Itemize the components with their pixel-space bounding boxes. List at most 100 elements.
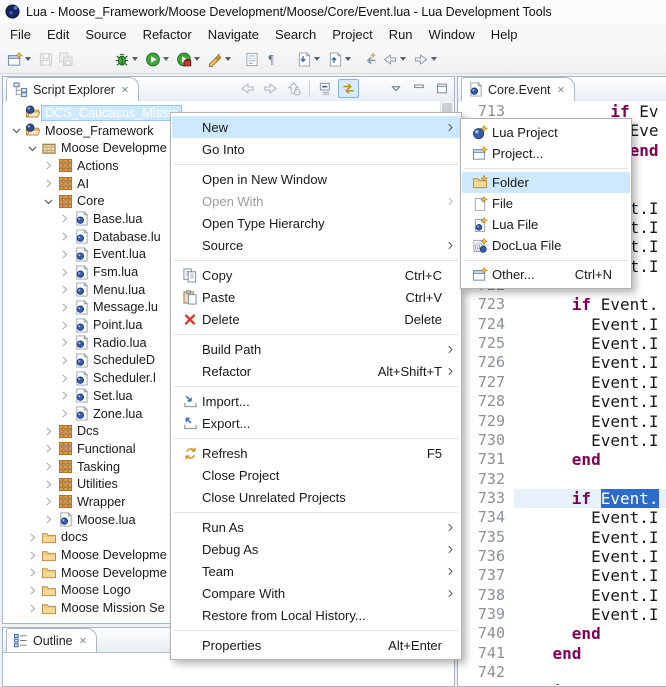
chevron-collapsed-icon[interactable] bbox=[56, 282, 72, 297]
nav-forward-button[interactable] bbox=[260, 79, 281, 98]
menu-item-go-into[interactable]: Go Into bbox=[172, 138, 460, 160]
tab-core-event[interactable]: Core.Event bbox=[461, 77, 575, 101]
menu-item-import[interactable]: Import... bbox=[172, 390, 460, 412]
menubar-item-refactor[interactable]: Refactor bbox=[135, 25, 200, 44]
menu-item-other[interactable]: Other...Ctrl+N bbox=[462, 264, 630, 285]
menubar-item-source[interactable]: Source bbox=[77, 25, 134, 44]
dropdown-caret-icon[interactable] bbox=[163, 57, 169, 61]
view-menu-button[interactable] bbox=[385, 79, 406, 98]
chevron-collapsed-icon[interactable] bbox=[40, 441, 56, 456]
menu-item-close-unrelated-projects[interactable]: Close Unrelated Projects bbox=[172, 486, 460, 508]
menu-item-compare-with[interactable]: Compare With bbox=[172, 582, 460, 604]
nav-up-button[interactable] bbox=[283, 79, 304, 98]
chevron-collapsed-icon[interactable] bbox=[40, 424, 56, 439]
menu-item-refactor[interactable]: RefactorAlt+Shift+T bbox=[172, 360, 460, 382]
tab-script-explorer[interactable]: Script Explorer bbox=[6, 77, 139, 101]
menu-item-open-with[interactable]: Open With bbox=[172, 190, 460, 212]
chevron-collapsed-icon[interactable] bbox=[24, 583, 40, 598]
menu-item-paste[interactable]: PasteCtrl+V bbox=[172, 286, 460, 308]
search-tool-button[interactable] bbox=[205, 47, 236, 71]
chevron-collapsed-icon[interactable] bbox=[24, 530, 40, 545]
save-all-button[interactable] bbox=[56, 47, 76, 71]
menu-item-run-as[interactable]: Run As bbox=[172, 516, 460, 538]
chevron-collapsed-icon[interactable] bbox=[56, 300, 72, 315]
chevron-collapsed-icon[interactable] bbox=[56, 335, 72, 350]
dropdown-caret-icon[interactable] bbox=[431, 57, 437, 61]
chevron-collapsed-icon[interactable] bbox=[56, 265, 72, 280]
next-annotation-button[interactable] bbox=[294, 47, 325, 71]
dropdown-caret-icon[interactable] bbox=[400, 57, 406, 61]
mark-occurrences-button[interactable] bbox=[242, 47, 262, 71]
menu-item-delete[interactable]: DeleteDelete bbox=[172, 308, 460, 330]
chevron-collapsed-icon[interactable] bbox=[40, 512, 56, 527]
debug-button[interactable] bbox=[112, 47, 143, 71]
last-edit-location-button[interactable] bbox=[360, 47, 380, 71]
chevron-collapsed-icon[interactable] bbox=[40, 459, 56, 474]
menu-item-refresh[interactable]: RefreshF5 bbox=[172, 442, 460, 464]
run-button[interactable] bbox=[143, 47, 174, 71]
collapse-all-button[interactable] bbox=[315, 79, 336, 98]
dropdown-caret-icon[interactable] bbox=[25, 57, 31, 61]
chevron-collapsed-icon[interactable] bbox=[40, 176, 56, 191]
save-button[interactable] bbox=[36, 47, 56, 71]
show-whitespace-button[interactable]: ¶ bbox=[262, 47, 282, 71]
menubar-item-window[interactable]: Window bbox=[421, 25, 483, 44]
close-icon[interactable] bbox=[556, 82, 566, 97]
tab-outline[interactable]: Outline bbox=[6, 628, 97, 652]
prev-annotation-button[interactable] bbox=[325, 47, 356, 71]
menu-item-close-project[interactable]: Close Project bbox=[172, 464, 460, 486]
dropdown-caret-icon[interactable] bbox=[314, 57, 320, 61]
menu-item-folder[interactable]: Folder bbox=[462, 172, 630, 193]
chevron-collapsed-icon[interactable] bbox=[24, 565, 40, 580]
nav-back-button[interactable] bbox=[237, 79, 258, 98]
chevron-collapsed-icon[interactable] bbox=[56, 388, 72, 403]
menu-item-file[interactable]: File bbox=[462, 193, 630, 214]
menu-item-open-in-new-window[interactable]: Open in New Window bbox=[172, 168, 460, 190]
menu-item-new[interactable]: New bbox=[172, 116, 460, 138]
menu-item-debug-as[interactable]: Debug As bbox=[172, 538, 460, 560]
chevron-collapsed-icon[interactable] bbox=[40, 477, 56, 492]
chevron-collapsed-icon[interactable] bbox=[56, 406, 72, 421]
chevron-collapsed-icon[interactable] bbox=[56, 229, 72, 244]
menubar-item-search[interactable]: Search bbox=[267, 25, 324, 44]
back-button[interactable] bbox=[380, 47, 411, 71]
close-icon[interactable] bbox=[120, 82, 130, 97]
dropdown-caret-icon[interactable] bbox=[194, 57, 200, 61]
menu-item-export[interactable]: Export... bbox=[172, 412, 460, 434]
menubar-item-navigate[interactable]: Navigate bbox=[200, 25, 267, 44]
close-icon[interactable] bbox=[78, 633, 88, 648]
menubar-item-project[interactable]: Project bbox=[324, 25, 380, 44]
chevron-expanded-icon[interactable] bbox=[40, 194, 56, 209]
maximize-button[interactable] bbox=[431, 79, 452, 98]
menu-item-team[interactable]: Team bbox=[172, 560, 460, 582]
new-wizard-button[interactable] bbox=[5, 47, 36, 71]
menubar-item-edit[interactable]: Edit bbox=[39, 25, 77, 44]
chevron-expanded-icon[interactable] bbox=[8, 123, 24, 138]
chevron-collapsed-icon[interactable] bbox=[56, 353, 72, 368]
dropdown-caret-icon[interactable] bbox=[345, 57, 351, 61]
dropdown-caret-icon[interactable] bbox=[225, 57, 231, 61]
link-with-editor-button[interactable] bbox=[338, 79, 359, 98]
menu-item-properties[interactable]: PropertiesAlt+Enter bbox=[172, 634, 460, 656]
menu-item-source[interactable]: Source bbox=[172, 234, 460, 256]
chevron-collapsed-icon[interactable] bbox=[40, 494, 56, 509]
chevron-collapsed-icon[interactable] bbox=[56, 247, 72, 262]
chevron-collapsed-icon[interactable] bbox=[24, 548, 40, 563]
menu-item-open-type-hierarchy[interactable]: Open Type Hierarchy bbox=[172, 212, 460, 234]
dropdown-caret-icon[interactable] bbox=[132, 57, 138, 61]
minimize-button[interactable] bbox=[408, 79, 429, 98]
menu-item-restore-from-local-history[interactable]: Restore from Local History... bbox=[172, 604, 460, 626]
chevron-expanded-icon[interactable] bbox=[24, 141, 40, 156]
menubar-item-help[interactable]: Help bbox=[483, 25, 526, 44]
menu-item-project[interactable]: Project... bbox=[462, 143, 630, 164]
menu-item-build-path[interactable]: Build Path bbox=[172, 338, 460, 360]
forward-button[interactable] bbox=[411, 47, 442, 71]
external-tools-button[interactable] bbox=[174, 47, 205, 71]
menubar-item-run[interactable]: Run bbox=[381, 25, 421, 44]
chevron-collapsed-icon[interactable] bbox=[56, 318, 72, 333]
menu-item-lua-file[interactable]: Lua File bbox=[462, 214, 630, 235]
menubar-item-file[interactable]: File bbox=[2, 25, 39, 44]
chevron-collapsed-icon[interactable] bbox=[56, 371, 72, 386]
chevron-collapsed-icon[interactable] bbox=[56, 211, 72, 226]
menu-item-lua-project[interactable]: Lua Project bbox=[462, 122, 630, 143]
